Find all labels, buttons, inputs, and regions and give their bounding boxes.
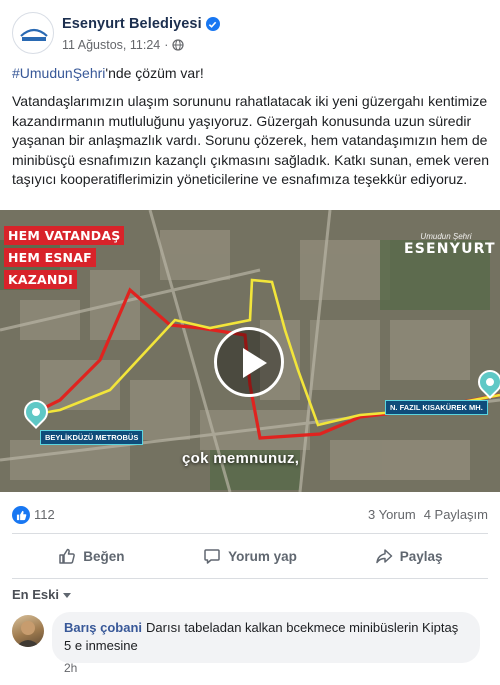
esenyurt-logo-icon — [20, 28, 48, 41]
page-name[interactable]: Esenyurt Belediyesi — [62, 16, 202, 32]
meta-separator: · — [164, 38, 169, 52]
post-text: #UmudunŞehri'nde çözüm var! Vatandaşları… — [12, 64, 492, 190]
like-button[interactable]: Beğen — [12, 536, 171, 576]
post-first-line: #UmudunŞehri'nde çözüm var! — [12, 64, 492, 86]
banner-line: KAZANDI — [4, 270, 77, 289]
comment-time[interactable]: 2h — [64, 661, 77, 675]
hashtag-link[interactable]: #UmudunŞehri — [12, 65, 105, 81]
post-timestamp[interactable]: 11 Ağustos, 11:24 — [62, 38, 160, 52]
comment-button-label: Yorum yap — [228, 548, 297, 564]
verified-badge-icon — [205, 17, 220, 31]
banner-line: HEM VATANDAŞ — [4, 226, 125, 245]
like-reaction-icon[interactable] — [12, 506, 30, 524]
caret-down-icon — [62, 592, 71, 598]
divider — [12, 578, 488, 579]
map-label-right: N. FAZIL KISAKÜREK MH. — [385, 400, 488, 415]
brand-name: ESENYURT — [404, 241, 496, 257]
share-icon — [376, 549, 393, 564]
post-stats: 112 3 Yorum 4 Paylaşım — [12, 504, 488, 526]
divider — [12, 533, 488, 534]
video-banner: HEM VATANDAŞ HEM ESNAF KAZANDI — [4, 226, 125, 292]
post-body: Vatandaşlarımızın ulaşım sorununu rahatl… — [12, 93, 489, 187]
comment-author[interactable]: Barış çobani — [64, 620, 142, 635]
like-button-label: Beğen — [83, 548, 125, 564]
comment-sort-label: En Eski — [12, 587, 59, 602]
brand-tagline: Umudun Şehri — [420, 232, 472, 241]
banner-line: HEM ESNAF — [4, 248, 96, 267]
video-brand: Umudun Şehri ESENYURT — [404, 232, 496, 257]
share-button[interactable]: Paylaş — [329, 536, 488, 576]
video-subtitle: çok memnunuz, — [182, 450, 300, 467]
play-button[interactable] — [214, 327, 284, 397]
like-count[interactable]: 112 — [34, 507, 55, 522]
comment-count[interactable]: 3 Yorum — [368, 507, 416, 522]
comment-icon — [204, 549, 220, 564]
page-name-row: Esenyurt Belediyesi — [62, 14, 220, 34]
comment-button[interactable]: Yorum yap — [171, 536, 330, 576]
share-button-label: Paylaş — [399, 548, 443, 564]
share-count[interactable]: 4 Paylaşım — [424, 507, 488, 522]
post-header: Esenyurt Belediyesi 11 Ağustos, 11:24 · — [12, 12, 488, 56]
commenter-avatar[interactable] — [12, 615, 44, 647]
play-icon — [243, 348, 267, 378]
globe-icon — [172, 39, 185, 51]
post-meta: 11 Ağustos, 11:24 · — [62, 36, 185, 54]
person-photo-icon — [16, 621, 40, 647]
first-line-text: 'nde çözüm var! — [105, 65, 204, 81]
engagement-counts: 3 Yorum 4 Paylaşım — [368, 507, 488, 522]
comment-sort-dropdown[interactable]: En Eski — [12, 587, 71, 602]
map-label-left: BEYLİKDÜZÜ METROBÜS — [40, 430, 144, 445]
action-bar: Beğen Yorum yap Paylaş — [12, 536, 488, 576]
thumbs-up-icon — [59, 548, 76, 564]
comment-bubble: Barış çobani Darısı tabeladan kalkan bcek… — [52, 612, 480, 663]
page-avatar[interactable] — [12, 12, 54, 54]
video-player[interactable]: HEM VATANDAŞ HEM ESNAF KAZANDI Umudun Şe… — [0, 210, 500, 492]
